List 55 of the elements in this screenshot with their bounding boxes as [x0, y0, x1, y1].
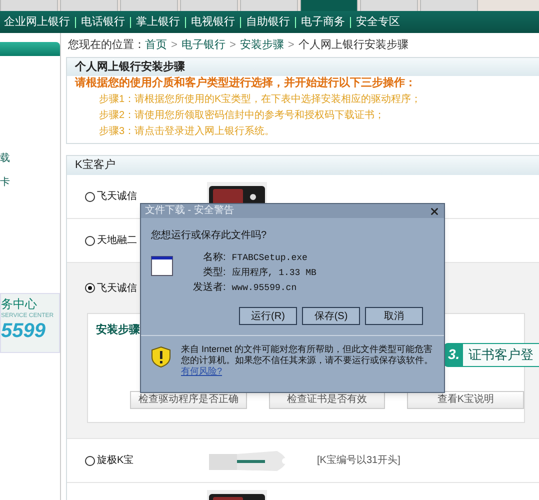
step-text: 步骤3：请点击登录进入网上银行系统。: [98, 127, 276, 137]
dialog-title: 文件下载 - 安全警告: [145, 206, 234, 216]
install-label: 安装步骤: [96, 324, 140, 336]
field-label: 类型:: [202, 266, 226, 280]
radio-button[interactable]: [85, 283, 95, 293]
breadcrumb-separator: >: [288, 38, 294, 53]
dialog-button[interactable]: 运行(R): [239, 307, 297, 325]
breadcrumb-separator: >: [229, 38, 236, 53]
warning-text: 来自 Internet 的文件可能对您有所帮助，但此文件类型可能危害您的计算机。如果您不信任其来源，请不要运行或保存该软件。 有何风险?: [181, 344, 434, 377]
step-number: 3.: [445, 344, 463, 366]
intro-text: 请根据您的使用介质和客户类型进行选择，并开始进行以下三步操作：: [75, 78, 417, 89]
breadcrumb-link[interactable]: 电子银行: [181, 36, 226, 54]
dialog-button[interactable]: 取消: [365, 307, 423, 325]
sub-nav-link[interactable]: 电子商务: [301, 14, 345, 30]
field-label: 名称:: [202, 251, 226, 265]
sub-nav-link[interactable]: 企业网上银行: [4, 14, 70, 30]
sub-nav-link[interactable]: 自助银行: [246, 14, 290, 30]
field-value: 应用程序, 1.33 MB: [232, 266, 316, 280]
field-value: www.95599.cn: [232, 282, 298, 295]
banner-title: 务中心: [1, 298, 37, 310]
radio-button[interactable]: [85, 236, 95, 246]
dialog-question: 您想运行或保存此文件吗?: [151, 228, 268, 243]
close-icon[interactable]: [429, 206, 440, 216]
breadcrumb-current: 个人网上银行安装步骤: [298, 38, 408, 53]
sub-nav-link[interactable]: 安全专区: [356, 14, 400, 30]
radio-button[interactable]: [85, 192, 95, 202]
dialog-button[interactable]: 保存(S): [302, 307, 360, 325]
sidebar-link[interactable]: 载: [0, 154, 60, 164]
sub-nav-link[interactable]: 电视银行: [191, 14, 235, 30]
breadcrumb-link[interactable]: 首页: [145, 36, 167, 54]
sub-nav-link[interactable]: 掌上银行: [136, 14, 180, 30]
sidebar-header: [0, 42, 60, 56]
product-name: 旋极K宝: [97, 454, 134, 468]
product-name: 天地融二: [97, 234, 137, 248]
product-name: 飞天诚信: [97, 282, 137, 296]
product-note: [K宝编号以31开头]: [317, 454, 400, 468]
sub-nav-link[interactable]: 电话银行: [81, 14, 125, 30]
product-name: 飞天诚信: [97, 190, 137, 204]
step-text: 步骤1：请根据您所使用的K宝类型，在下表中选择安装相应的驱动程序；: [98, 95, 422, 105]
nav-tab[interactable]: [300, 0, 358, 11]
file-icon: [151, 256, 173, 276]
radio-button[interactable]: [85, 456, 95, 466]
field-value: FTABCSetup.exe: [232, 252, 308, 265]
step-text: 步骤2：请使用您所领取密码信封中的参考号和授权码下载证书；: [98, 111, 386, 121]
breadcrumb-link[interactable]: 安装步骤: [240, 36, 284, 54]
breadcrumb-label: 您现在的位置：: [68, 38, 145, 53]
panel-title: 个人网上银行安装步骤: [75, 60, 185, 75]
shield-warning-icon: [151, 346, 171, 368]
field-label: 发送者:: [193, 281, 226, 295]
step-title: 证书客户登: [468, 346, 534, 364]
panel-title: K宝客户: [75, 158, 116, 174]
action-button[interactable]: 查看K宝说明: [407, 390, 524, 408]
hotline-number: 5599: [1, 321, 46, 341]
breadcrumb-separator: >: [171, 38, 178, 53]
sidebar-link[interactable]: 卡: [0, 178, 60, 188]
